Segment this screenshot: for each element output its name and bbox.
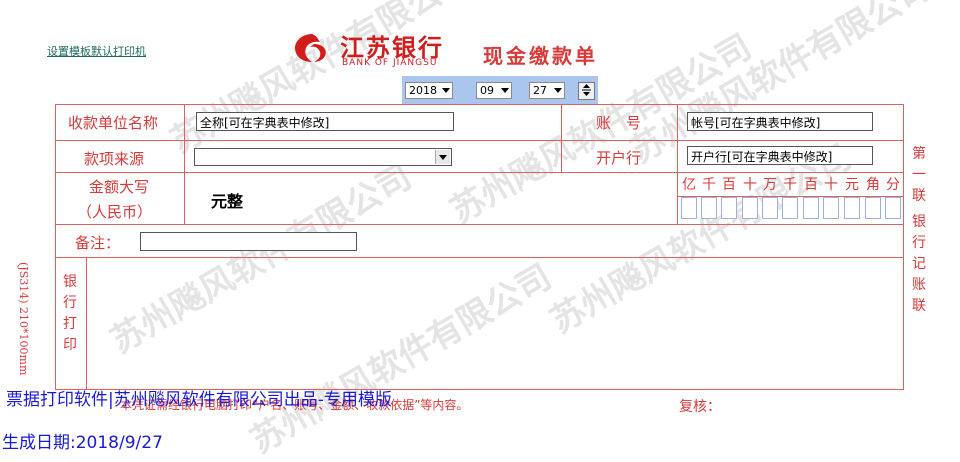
digit-input-cell[interactable] [885,197,901,219]
digit-input-cell[interactable] [701,197,717,219]
digit-input-cell[interactable] [762,197,778,219]
bank-logo-icon [292,32,332,68]
day-value: 27 [533,84,547,97]
form-code: (JS314) 210*100mm [17,262,30,376]
year-select[interactable]: 2018 [405,82,453,99]
col-divider [561,104,562,172]
amount-in-words: 元整 [211,192,244,211]
copy-number-text: 第一联 [912,146,926,204]
memo-label: 备注： [75,234,121,252]
account-input[interactable]: 帐号[可在字典表中修改] [687,112,873,131]
year-value: 2018 [409,84,437,97]
digit-input-cell[interactable] [844,197,860,219]
digit-input-cell[interactable] [803,197,819,219]
chevron-down-icon [442,88,450,93]
amount-label: 金额大写 [89,178,150,196]
review-label: 复核： [679,399,721,415]
digit-input-cell[interactable] [823,197,839,219]
chevron-down-icon [501,88,509,93]
footer-software-credit: 票据打印软件|苏州飚风软件有限公司出品-专用模版 [6,390,392,410]
digit-header: 元 [845,177,859,193]
bank-input[interactable]: 开户行[可在字典表中修改] [687,146,873,165]
chevron-down-icon [554,88,562,93]
digit-header: 十 [824,177,838,193]
copy-type-label: 银行记账联 [911,212,927,317]
swap-icon [582,84,591,96]
account-label: 账 号 [596,114,642,132]
bank-label: 开户行 [596,149,642,167]
digit-header: 分 [886,177,900,193]
row-divider [55,140,904,141]
amount-label-rmb: （人民币） [77,203,153,221]
bank-print-area[interactable] [90,258,902,388]
digit-header: 百 [804,177,818,193]
digit-header: 角 [866,177,880,193]
source-label: 款项来源 [84,150,145,168]
bank-print-text: 银行打印 [63,274,77,353]
col-divider [677,104,678,224]
digit-input-cell[interactable] [742,197,758,219]
digit-header: 亿 [682,177,696,193]
digit-input-cell[interactable] [782,197,798,219]
bank-name-en: BANK OF JIANGSU [342,58,438,68]
source-value [195,153,198,167]
copy-type-text: 银行记账联 [912,214,926,314]
digit-header: 百 [722,177,736,193]
digit-input-cell[interactable] [681,197,697,219]
set-default-printer-link[interactable]: 设置模板默认打印机 [47,43,146,59]
digit-header: 十 [743,177,757,193]
row-divider [55,224,904,225]
digit-header: 千 [783,177,797,193]
row-divider [55,172,904,173]
payee-unit-input[interactable]: 全称[可在字典表中修改] [196,112,454,131]
digit-header: 万 [763,177,777,193]
date-spin-button[interactable] [578,82,595,100]
digit-input-cell[interactable] [865,197,881,219]
month-value: 09 [480,84,494,97]
digit-input-cell[interactable] [721,197,737,219]
copy-number-label: 第一联 [911,144,927,207]
col-divider [184,104,185,224]
digit-header: 千 [702,177,716,193]
col-divider [86,257,87,390]
chevron-down-icon[interactable] [435,150,450,164]
source-dropdown[interactable] [194,148,452,166]
bank-print-label: 银行打印 [62,272,78,356]
month-select[interactable]: 09 [476,82,512,99]
footer-generated-date: 生成日期:2018/9/27 [2,433,163,453]
day-select[interactable]: 27 [529,82,565,99]
payee-unit-label: 收款单位名称 [68,114,159,132]
form-title: 现金缴款单 [483,44,598,68]
memo-input[interactable] [140,232,357,251]
